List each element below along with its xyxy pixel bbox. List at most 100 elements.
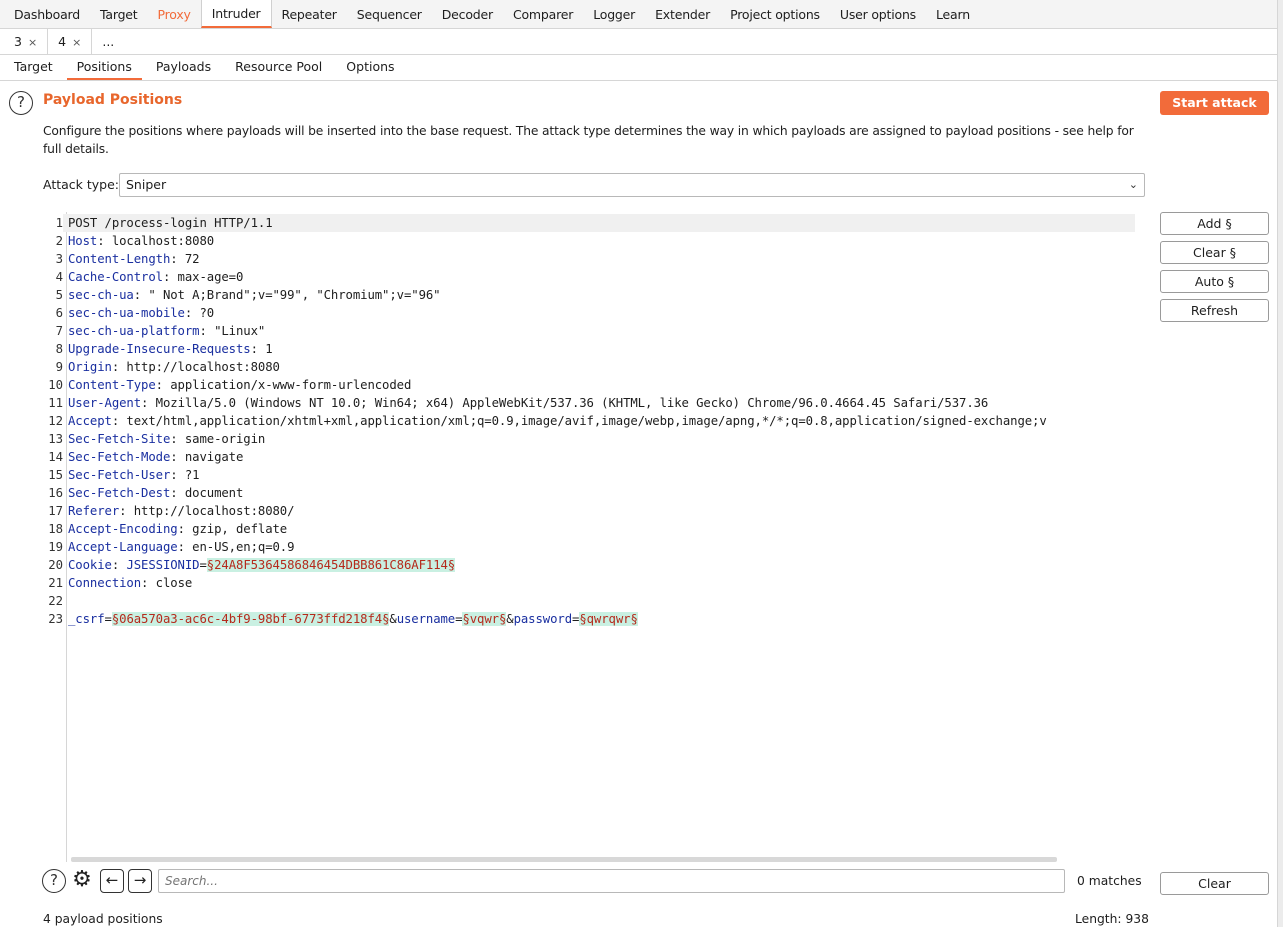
line-number: 7 <box>55 324 63 338</box>
add-marker-button[interactable]: Add § <box>1160 212 1269 235</box>
request-line: 22 <box>43 592 1145 610</box>
positions-description: Configure the positions where payloads w… <box>43 124 1134 156</box>
request-line: 20 Cookie: JSESSIONID=§24A8F5364586846454… <box>43 556 1145 574</box>
tab-project-options[interactable]: Project options <box>720 0 830 28</box>
header-name: sec-ch-ua-mobile <box>68 306 185 320</box>
horizontal-scrollbar[interactable] <box>71 857 1057 862</box>
subtab-target[interactable]: Target <box>4 55 63 80</box>
header-name: Referer <box>68 504 120 518</box>
code-text: : application/x-www-form-urlencoded <box>155 378 412 392</box>
page-title: Payload Positions <box>43 92 183 108</box>
subtab-positions[interactable]: Positions <box>66 55 142 80</box>
close-icon[interactable]: × <box>28 36 37 49</box>
header-name: Connection <box>68 576 142 590</box>
tab-logger[interactable]: Logger <box>583 0 645 28</box>
request-length: Length: 938 <box>1075 912 1149 926</box>
tab-decoder[interactable]: Decoder <box>432 0 503 28</box>
tab-sequencer[interactable]: Sequencer <box>347 0 432 28</box>
tab-dashboard[interactable]: Dashboard <box>4 0 90 28</box>
tab-learn[interactable]: Learn <box>926 0 980 28</box>
refresh-button[interactable]: Refresh <box>1160 299 1269 322</box>
line-number: 2 <box>55 234 63 248</box>
subtab-payloads[interactable]: Payloads <box>146 55 221 80</box>
auto-markers-button[interactable]: Auto § <box>1160 270 1269 293</box>
intruder-attack-tabs: 3 × 4 ×... <box>0 29 1277 55</box>
request-line: 18 Accept-Encoding: gzip, deflate <box>43 520 1145 538</box>
line-content: sec-ch-ua-mobile: ?0 <box>63 304 1135 322</box>
code-text: : same-origin <box>170 432 266 446</box>
line-number: 3 <box>55 252 63 266</box>
arrow-right-icon[interactable]: → <box>128 869 152 893</box>
line-number: 14 <box>48 450 63 464</box>
line-content: Accept-Encoding: gzip, deflate <box>63 520 1135 538</box>
line-content: sec-ch-ua: " Not A;Brand";v="99", "Chrom… <box>63 286 1135 304</box>
clear-search-button[interactable]: Clear <box>1160 872 1269 895</box>
tab-intruder[interactable]: Intruder <box>200 0 272 28</box>
line-content: sec-ch-ua-platform: "Linux" <box>63 322 1135 340</box>
gear-icon[interactable]: ⚙ <box>70 869 94 893</box>
tab-user-options[interactable]: User options <box>830 0 926 28</box>
header-name: Content-Type <box>68 378 156 392</box>
request-line: 13 Sec-Fetch-Site: same-origin <box>43 430 1145 448</box>
request-line: 5 sec-ch-ua: " Not A;Brand";v="99", "Chro… <box>43 286 1145 304</box>
clear-markers-button[interactable]: Clear § <box>1160 241 1269 264</box>
close-icon[interactable]: × <box>72 36 81 49</box>
line-number: 1 <box>55 216 63 230</box>
header-name: Cache-Control <box>68 270 163 284</box>
start-attack-button[interactable]: Start attack <box>1160 91 1269 115</box>
tab-proxy[interactable]: Proxy <box>148 0 201 28</box>
tab-repeater[interactable]: Repeater <box>272 0 347 28</box>
code-text: : <box>111 558 127 572</box>
request-line: 16 Sec-Fetch-Dest: document <box>43 484 1145 502</box>
attack-type-select[interactable]: Sniper ⌄ <box>119 173 1145 197</box>
code-text: & <box>506 612 514 626</box>
line-number: 17 <box>48 504 63 518</box>
payload-position-count: 4 payload positions <box>43 912 163 926</box>
request-line: 19 Accept-Language: en-US,en;q=0.9 <box>43 538 1145 556</box>
attack-tab-3[interactable]: 3 × <box>4 29 47 54</box>
code-text: : ?0 <box>184 306 215 320</box>
search-help-icon[interactable]: ? <box>42 869 66 893</box>
payload-marker: §qwrqwr§ <box>579 612 638 626</box>
line-number: 16 <box>48 486 63 500</box>
question-circle-icon[interactable]: ? <box>9 91 33 115</box>
tab-extender[interactable]: Extender <box>645 0 720 28</box>
code-text: : 72 <box>170 252 200 266</box>
search-input[interactable] <box>158 869 1065 893</box>
request-line: 8 Upgrade-Insecure-Requests: 1 <box>43 340 1145 358</box>
header-name: Origin <box>68 360 112 374</box>
line-number: 19 <box>48 540 63 554</box>
line-content: Cookie: JSESSIONID=§24A8F5364586846454DB… <box>63 556 1135 574</box>
chevron-down-icon: ⌄ <box>1128 178 1138 191</box>
tab-comparer[interactable]: Comparer <box>503 0 583 28</box>
header-name: User-Agent <box>68 396 142 410</box>
code-text: : document <box>170 486 244 500</box>
attack-tab-more[interactable]: ... <box>92 29 124 54</box>
request-line: 12 Accept: text/html,application/xhtml+xm… <box>43 412 1145 430</box>
request-line: 7 sec-ch-ua-platform: "Linux" <box>43 322 1145 340</box>
request-editor[interactable]: 1 POST /process-login HTTP/1.1 2 Host: loca… <box>43 212 1145 862</box>
request-line: 9 Origin: http://localhost:8080 <box>43 358 1145 376</box>
request-line: 11 User-Agent: Mozilla/5.0 (Windows NT 10… <box>43 394 1145 412</box>
code-text: POST /process-login HTTP/1.1 <box>68 216 273 230</box>
attack-type-label: Attack type: <box>43 177 120 192</box>
arrow-left-icon[interactable]: ← <box>100 869 124 893</box>
code-text: : " Not A;Brand";v="99", "Chromium";v="9… <box>133 288 441 302</box>
line-content: Referer: http://localhost:8080/ <box>63 502 1135 520</box>
line-number: 18 <box>48 522 63 536</box>
line-number: 15 <box>48 468 63 482</box>
line-content: Sec-Fetch-Dest: document <box>63 484 1135 502</box>
subtab-resource-pool[interactable]: Resource Pool <box>225 55 332 80</box>
param-name: JSESSIONID <box>126 558 200 572</box>
param-name: _csrf <box>68 612 105 626</box>
code-text: = <box>104 612 112 626</box>
subtab-options[interactable]: Options <box>336 55 404 80</box>
payload-marker: §06a570a3-ac6c-4bf9-98bf-6773ffd218f4§ <box>111 612 390 626</box>
code-text: : "Linux" <box>199 324 266 338</box>
line-number: 21 <box>48 576 63 590</box>
tab-target[interactable]: Target <box>90 0 147 28</box>
attack-tab-4[interactable]: 4 × <box>47 29 93 54</box>
request-line: 15 Sec-Fetch-User: ?1 <box>43 466 1145 484</box>
code-text: : ?1 <box>170 468 200 482</box>
request-line: 10 Content-Type: application/x-www-form-u… <box>43 376 1145 394</box>
